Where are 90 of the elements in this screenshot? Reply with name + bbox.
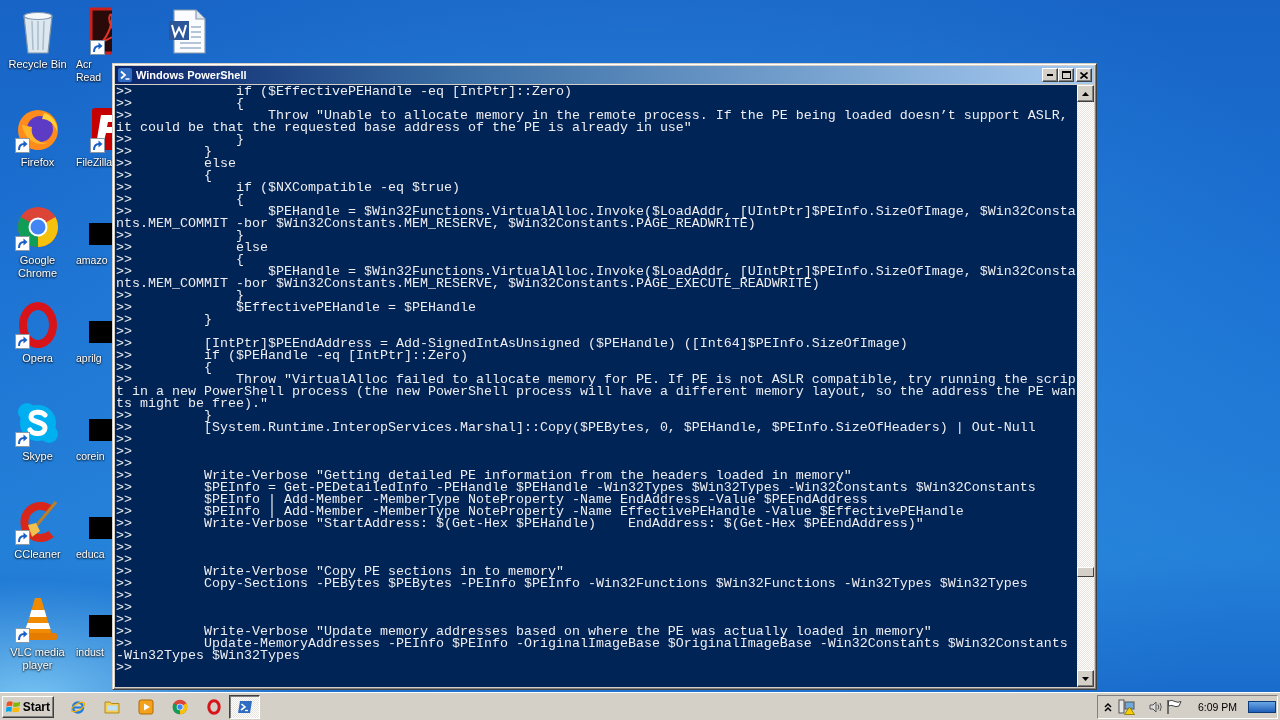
terminal-icon	[118, 68, 132, 82]
console-line: >>	[116, 326, 132, 338]
console-line: >>	[116, 446, 132, 458]
console-line: >> if ($EffectivePEHandle -eq [IntPtr]::Zero)	[116, 86, 572, 98]
desktop-icon-label[interactable]: Firefox	[20, 156, 55, 169]
console-line: >>	[116, 662, 132, 674]
desktop-icon-label[interactable]: Opera	[22, 352, 53, 365]
console-line: >>	[116, 590, 132, 602]
console-line: >> $PEHandle = $Win32Functions.VirtualAlloc.Invoke($LoadAddr, [UIntPtr]$PEInfo.SizeOfImage, $Win32Consta	[116, 266, 1076, 278]
up-arrow-icon	[1082, 91, 1089, 96]
flag-icon[interactable]	[1166, 698, 1182, 715]
console-line: it could be that the requested base address of the PE is already in use"	[116, 122, 692, 134]
clock-time[interactable]: 6:09 PM	[1198, 700, 1238, 713]
window-title: Windows PowerShell	[136, 69, 247, 81]
console-line: >> if ($PEHandle -eq [IntPtr]::Zero)	[116, 350, 468, 362]
console-line: t in a new PowerShell process (the new PowerShell process will have a different memory layout, so the address the PE wan	[116, 386, 1076, 398]
chevron-up-icon[interactable]	[1104, 701, 1112, 712]
down-arrow-icon	[1082, 676, 1089, 681]
console-line: -Win32Types $Win32Types	[116, 650, 300, 662]
console-line: >> {	[116, 98, 244, 110]
desktop-icon-label[interactable]: amazo	[76, 254, 108, 267]
desktop-icon-label[interactable]: educa	[76, 548, 105, 561]
terminal-icon	[236, 698, 253, 715]
console-line: >> else	[116, 242, 268, 254]
console-line: >> [IntPtr]$PEEndAddress = Add-SignedIntAsUnsigned ($PEHandle) ([Int64]$PEInfo.SizeOfImage)	[116, 338, 908, 350]
desktop-icon-label[interactable]: CCleaner	[14, 548, 61, 561]
console-line: >> }	[116, 314, 212, 326]
close-icon	[1080, 71, 1088, 79]
console-line: >> {	[116, 362, 212, 374]
console-line: >>	[116, 458, 132, 470]
console-line: >> $PEHandle = $Win32Functions.VirtualAlloc.Invoke($LoadAddr, [UIntPtr]$PEInfo.SizeOfImage, $Win32Consta	[116, 206, 1076, 218]
console-line: nts.MEM_COMMIT -bor $Win32Constants.MEM_RESERVE, $Win32Constants.PAGE_READWRITE)	[116, 218, 756, 230]
console-line: >> Write-Verbose "StartAddress: $(Get-Hex $PEHandle) EndAddress: $(Get-Hex $PEEndAddress)"	[116, 518, 924, 530]
console-line: >> $PEInfo = Get-PEDetailedInfo -PEHandle $PEHandle -Win32Types $Win32Types -Win32Constants $Win32Constants	[116, 482, 1036, 494]
console-line: >> $PEInfo | Add-Member -MemberType NoteProperty -Name EndAddress -Value $PEEndAddress	[116, 494, 868, 506]
console-line: >> [System.Runtime.InteropServices.Marshal]::Copy($PEBytes, 0, $PEHandle, $PEInfo.SizeOfHeaders) | Out-Null	[116, 422, 1036, 434]
console-line: >> }	[116, 230, 244, 242]
console-line: >> }	[116, 146, 212, 158]
console-line: >> Write-Verbose "Copy PE sections in to memory"	[116, 566, 564, 578]
browser-icon[interactable]	[70, 698, 86, 715]
desktop-icon-label[interactable]: Google Chrome	[1, 254, 74, 280]
start-button[interactable]: Start	[2, 695, 54, 718]
console-line: >>	[116, 554, 132, 566]
desktop-icon-label[interactable]: Recycle Bin	[8, 58, 67, 71]
desktop-icon-label[interactable]: indust	[76, 646, 105, 659]
console-line: >> }	[116, 290, 244, 302]
console-line: >> Copy-Sections -PEBytes $PEBytes -PEInfo $PEInfo -Win32Functions $Win32Functions -Win32Types $Win32Types	[116, 578, 1028, 590]
scroll-down-button[interactable]	[1077, 670, 1094, 687]
console-line: >> $EffectivePEHandle = $PEHandle	[116, 302, 476, 314]
show-desktop-button[interactable]	[1248, 700, 1277, 713]
console-line: >>	[116, 542, 132, 554]
network-warning-icon[interactable]	[1118, 698, 1135, 715]
maximize-button[interactable]	[1058, 68, 1074, 82]
opera-icon[interactable]	[206, 698, 222, 715]
console-line: ts might be free)."	[116, 398, 268, 410]
console-line: >>	[116, 614, 132, 626]
console-line: >> {	[116, 194, 244, 206]
powershell-task-button[interactable]	[229, 694, 260, 719]
console-line: >> {	[116, 254, 244, 266]
scroll-thumb[interactable]	[1077, 567, 1094, 577]
desktop-icon-label[interactable]: Skype	[22, 450, 53, 463]
console-line: >> Write-Verbose "Update memory addresses based on where the PE was actually loaded in memory"	[116, 626, 932, 638]
minimize-button[interactable]	[1042, 68, 1058, 82]
speaker-icon[interactable]	[1149, 699, 1163, 714]
console-line: >> Throw "Unable to allocate memory in the remote process. If the PE being loaded doesn’t support ASLR,	[116, 110, 1068, 122]
console-line: >> Throw "VirtualAlloc failed to allocate memory for PE. If PE is not ASLR compatible, try running the scrip	[116, 374, 1076, 386]
console-line: >>	[116, 434, 132, 446]
desktop-icon-label[interactable]: corein	[76, 450, 105, 463]
console-line: >> Update-MemoryAddresses -PEInfo $PEInfo -OriginalImageBase $OriginalImageBase -Win32Constants $Win32Constants	[116, 638, 1068, 650]
console-line: nts.MEM_COMMIT -bor $Win32Constants.MEM_RESERVE, $Win32Constants.PAGE_EXECUTE_READWRITE)	[116, 278, 820, 290]
maximize-icon	[1061, 71, 1071, 79]
minimize-icon	[1047, 74, 1053, 76]
desktop-icon-label[interactable]: FileZilla	[76, 156, 112, 169]
windows-logo-icon	[6, 699, 21, 714]
close-button[interactable]	[1076, 68, 1092, 82]
scroll-up-button[interactable]	[1077, 85, 1094, 102]
console-line: >>	[116, 530, 132, 542]
chrome-icon[interactable]	[172, 698, 188, 715]
desktop-icon-label[interactable]: Acr Read	[76, 58, 112, 84]
desktop-icon-label[interactable]: aprilg	[76, 352, 102, 365]
console-line: >> }	[116, 134, 244, 146]
media-player-icon[interactable]	[138, 698, 154, 715]
console-line: >> {	[116, 170, 212, 182]
console-line: >> if ($NXCompatible -eq $true)	[116, 182, 460, 194]
desktop-icon-label[interactable]: VLC media player	[1, 646, 74, 672]
console-line: >> Write-Verbose "Getting detailed PE information from the headers loaded in memory"	[116, 470, 852, 482]
console-line: >> }	[116, 410, 212, 422]
console-line: >> $PEInfo | Add-Member -MemberType NoteProperty -Name EffectivePEHandle -Value $EffectivePEHandle	[116, 506, 964, 518]
console-line: >> else	[116, 158, 236, 170]
console-line: >>	[116, 602, 132, 614]
